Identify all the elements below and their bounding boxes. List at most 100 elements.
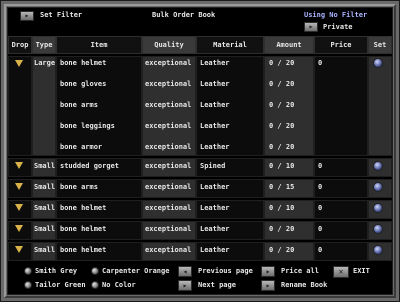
item-price: 0 — [318, 183, 323, 191]
type-cell — [32, 56, 56, 156]
set-filter-button[interactable]: ▸ — [20, 11, 34, 21]
item-amount: 0 / 10 — [269, 204, 295, 212]
item-amount: 0 / 20 — [269, 101, 295, 109]
previous-page-button[interactable]: ◂ — [178, 266, 192, 277]
item-name: bone helmet — [60, 59, 107, 67]
column-header-type: Type — [32, 36, 56, 54]
item-price: 0 — [318, 225, 323, 233]
carpenter-orange-radio[interactable] — [91, 267, 99, 275]
private-label: Private — [323, 23, 353, 31]
column-header-item: Item — [56, 36, 142, 54]
set-gear-icon[interactable] — [373, 161, 383, 171]
set-gear-icon[interactable] — [373, 224, 383, 234]
drop-cell — [8, 221, 32, 240]
column-header-amount: Amount — [264, 36, 314, 54]
arrow-button-icon: ▸ — [265, 266, 271, 276]
item-name: bone armor — [60, 143, 103, 151]
column-header-material: Material — [196, 36, 264, 54]
item-quality: exceptional — [145, 122, 192, 130]
column-header-quality: Quality — [142, 36, 196, 54]
arrow-right-icon: ▸ — [182, 280, 188, 290]
item-material: Leather — [200, 225, 230, 233]
drop-cell — [8, 242, 32, 261]
item-amount: 0 / 20 — [269, 143, 295, 151]
no-color-label: No Color — [102, 281, 136, 289]
tailor-green-radio[interactable] — [24, 281, 32, 289]
item-name: bone gloves — [60, 80, 107, 88]
item-amount: 0 / 20 — [269, 122, 295, 130]
filter-status: Using No Filter — [304, 11, 368, 19]
smith-grey-label: Smith Grey — [35, 267, 78, 275]
item-material: Leather — [200, 204, 230, 212]
item-material: Spined — [200, 162, 226, 170]
arrow-button-icon: ▸ — [24, 11, 30, 20]
price-all-label: Price all — [281, 267, 319, 275]
item-material: Leather — [200, 122, 230, 130]
type-label: Small — [34, 246, 56, 254]
item-material: Leather — [200, 183, 230, 191]
window-title: Bulk Order Book — [152, 11, 216, 19]
item-quality: exceptional — [145, 183, 192, 191]
item-amount: 0 / 15 — [269, 183, 295, 191]
item-amount: 0 / 20 — [269, 225, 295, 233]
arrow-button-icon: ▸ — [308, 22, 314, 31]
rename-book-button[interactable]: ▸ — [261, 280, 275, 291]
column-header-set: Set — [368, 36, 392, 54]
item-quality: exceptional — [145, 162, 192, 170]
smith-grey-radio[interactable] — [24, 267, 32, 275]
set-gear-icon[interactable] — [373, 203, 383, 213]
item-amount: 0 / 20 — [269, 246, 295, 254]
item-name: bone helmet — [60, 204, 107, 212]
item-material: Leather — [200, 59, 230, 67]
item-name: studded gorget — [60, 162, 120, 170]
price-cell — [314, 56, 368, 156]
item-price: 0 — [318, 59, 323, 67]
item-quality: exceptional — [145, 204, 192, 212]
drop-cell — [8, 158, 32, 177]
next-page-button[interactable]: ▸ — [178, 280, 192, 291]
type-label: Small — [34, 225, 56, 233]
drop-cell — [8, 56, 32, 156]
item-amount: 0 / 20 — [269, 80, 295, 88]
set-gear-icon[interactable] — [373, 58, 383, 68]
next-page-label: Next page — [198, 281, 236, 289]
private-toggle-button[interactable]: ▸ — [304, 22, 318, 32]
item-quality: exceptional — [145, 246, 192, 254]
item-material: Leather — [200, 80, 230, 88]
item-price: 0 — [318, 204, 323, 212]
arrow-left-icon: ◂ — [182, 266, 188, 276]
item-price: 0 — [318, 246, 323, 254]
item-material: Leather — [200, 246, 230, 254]
item-amount: 0 / 20 — [269, 59, 295, 67]
column-header-price: Price — [314, 36, 368, 54]
item-name: bone arms — [60, 101, 98, 109]
close-x-icon: ✕ — [338, 267, 344, 276]
carpenter-orange-label: Carpenter Orange — [102, 267, 170, 275]
set-filter-label: Set Filter — [40, 11, 83, 19]
item-name: bone arms — [60, 183, 98, 191]
no-color-radio[interactable] — [91, 281, 99, 289]
item-quality: exceptional — [145, 80, 192, 88]
rename-book-label: Rename Book — [281, 281, 328, 289]
type-label: Small — [34, 183, 56, 191]
set-gear-icon[interactable] — [373, 182, 383, 192]
type-label: Small — [34, 162, 56, 170]
exit-label: EXIT — [353, 267, 370, 275]
drop-cell — [8, 200, 32, 219]
item-quality: exceptional — [145, 59, 192, 67]
price-all-button[interactable]: ▸ — [261, 266, 275, 277]
item-amount: 0 / 10 — [269, 162, 295, 170]
arrow-button-icon: ▸ — [265, 280, 271, 290]
type-label: Small — [34, 204, 56, 212]
column-header-drop: Drop — [8, 36, 32, 54]
item-quality: exceptional — [145, 143, 192, 151]
item-quality: exceptional — [145, 101, 192, 109]
exit-button[interactable]: ✕ — [333, 266, 349, 278]
item-price: 0 — [318, 162, 323, 170]
set-gear-icon[interactable] — [373, 245, 383, 255]
item-material: Leather — [200, 101, 230, 109]
previous-page-label: Previous page — [198, 267, 253, 275]
item-name: bone helmet — [60, 246, 107, 254]
set-cell — [368, 56, 392, 156]
drop-cell — [8, 179, 32, 198]
